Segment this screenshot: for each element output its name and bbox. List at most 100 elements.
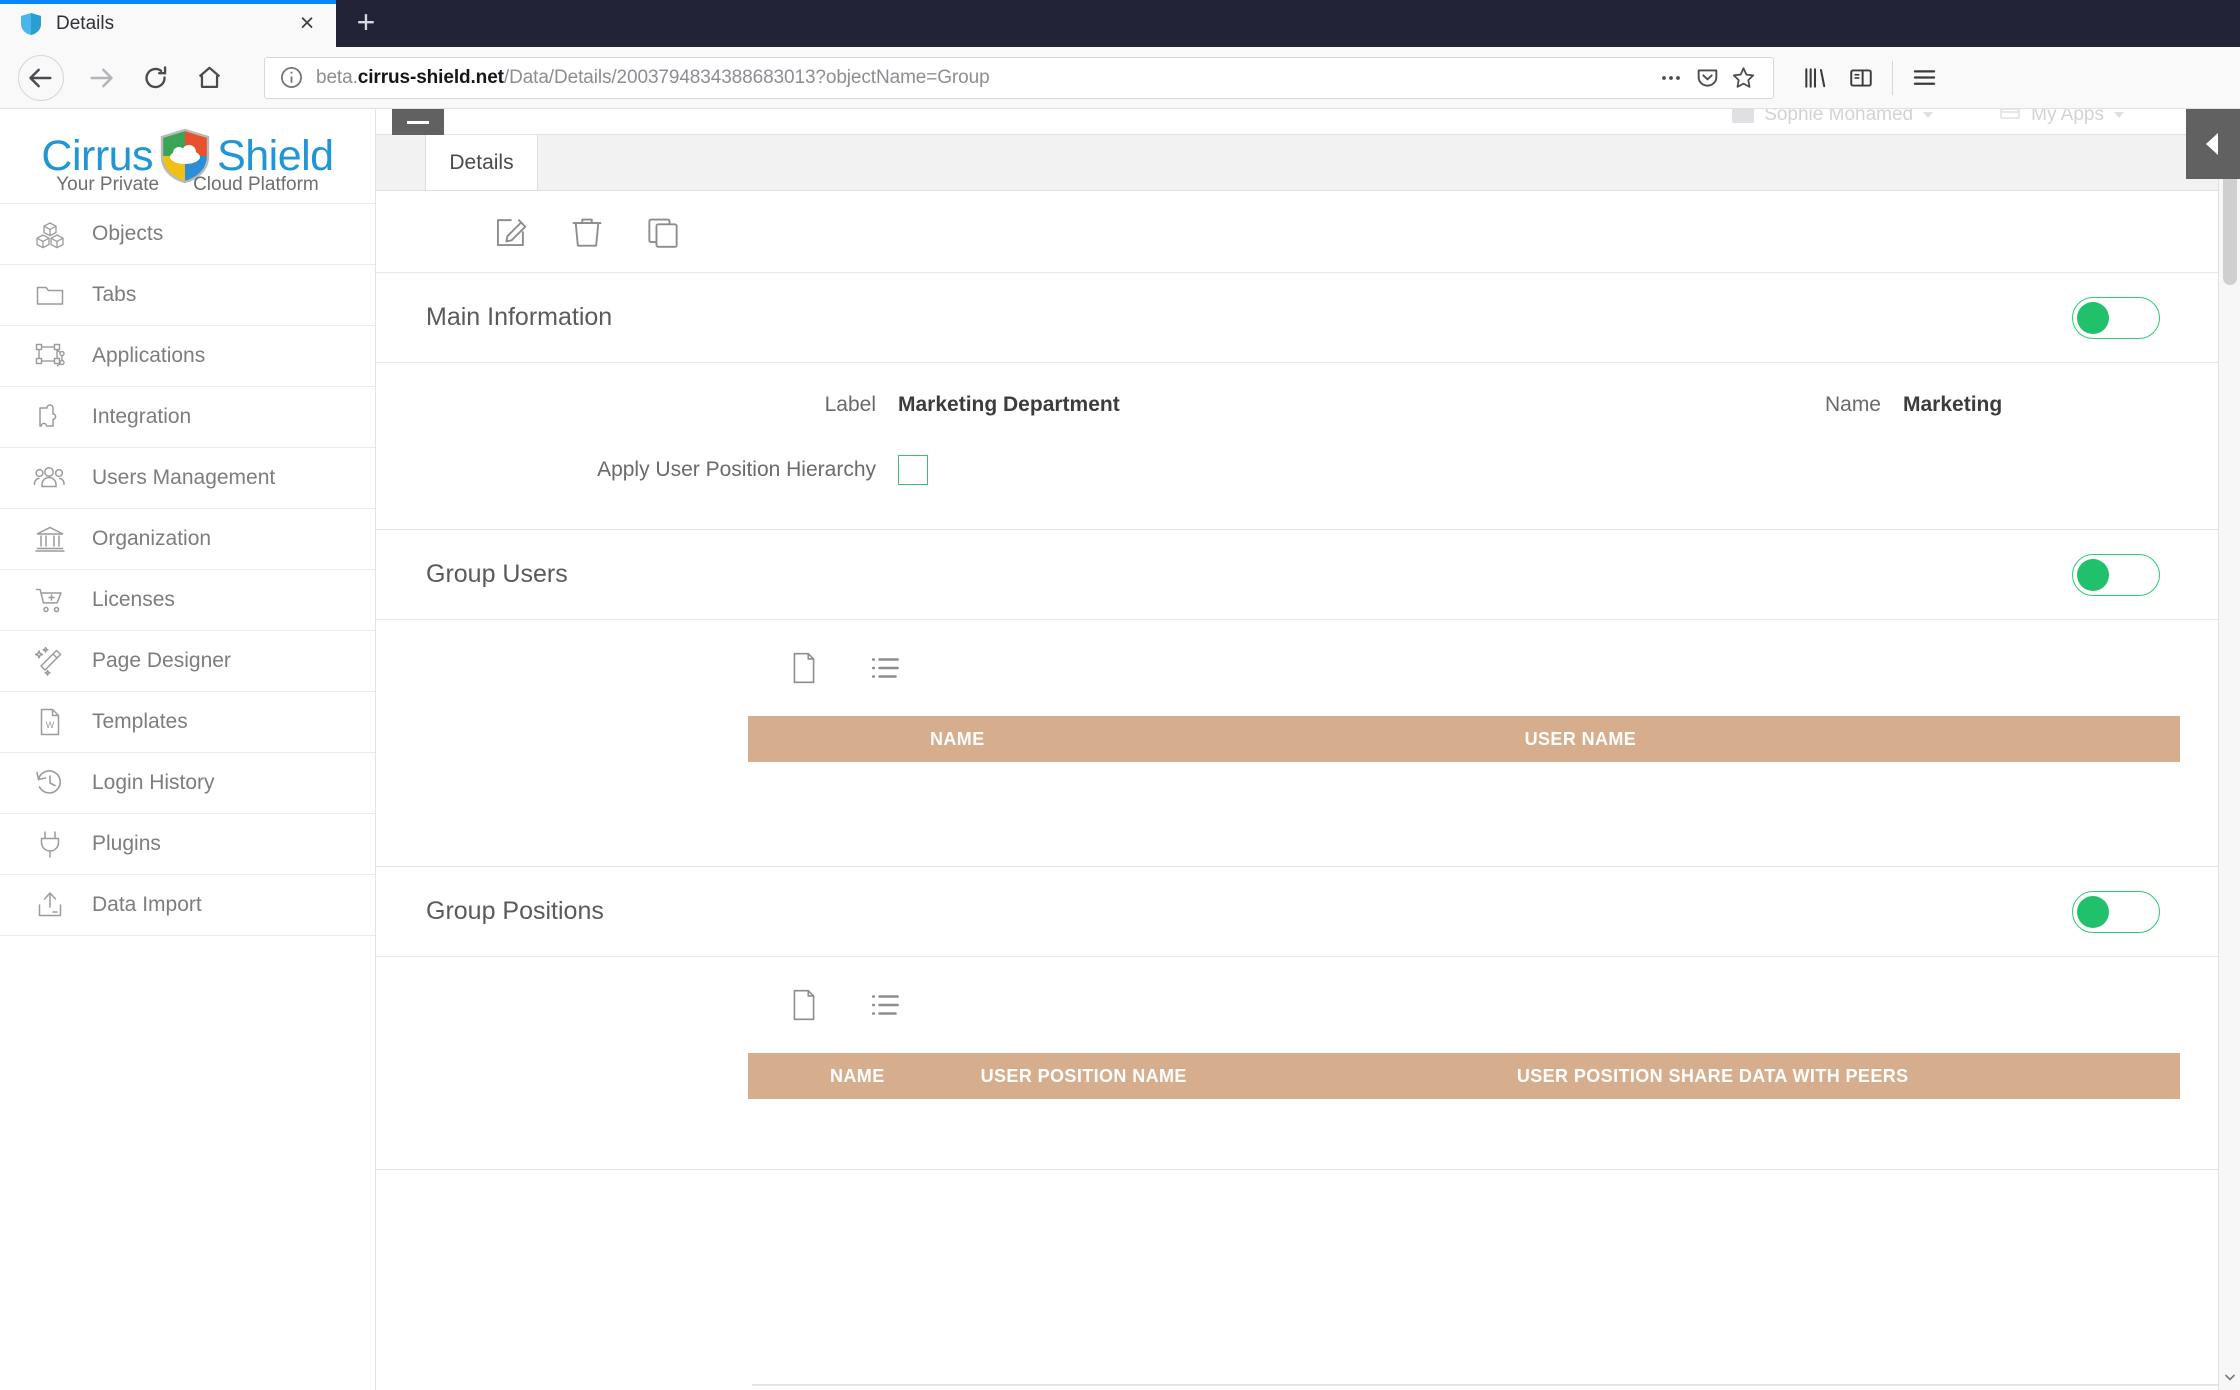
document-page-icon[interactable] [788, 988, 820, 1022]
field-label-value-pair: Label Marketing Department [376, 393, 1426, 417]
sidebar-item-label: Organization [92, 527, 212, 550]
tab-bar-fill [538, 135, 2240, 190]
url-path: /Data/Details/2003794834388683013?object… [503, 66, 990, 88]
sidebar-icon[interactable] [1838, 55, 1884, 101]
star-bookmark-icon[interactable] [1725, 60, 1761, 96]
user-menu[interactable]: Sophie Mohamed [1732, 109, 1934, 126]
page-scrollbar[interactable] [2218, 109, 2240, 1390]
sidebar-item-label: Applications [92, 344, 206, 367]
reload-icon[interactable] [128, 51, 182, 105]
pocket-icon[interactable] [1689, 60, 1725, 96]
section-header: Group Users [376, 530, 2218, 620]
application-frame-icon [22, 340, 78, 372]
new-tab-button[interactable]: + [336, 0, 396, 47]
sidebar-item-label: Objects [92, 222, 164, 245]
sidebar-nav-list: Objects Tabs Applications Integration Us… [0, 203, 375, 936]
section-header: Group Positions [376, 867, 2218, 957]
sidebar-item-label: Tabs [92, 283, 137, 306]
info-circle-icon[interactable] [279, 65, 304, 90]
sidebar-item-label: Templates [92, 710, 188, 733]
sidebar-item-objects[interactable]: Objects [0, 204, 375, 265]
ellipsis-icon[interactable] [1653, 60, 1689, 96]
browser-tab-strip: Details × + [0, 0, 2240, 47]
document-page-icon[interactable] [788, 651, 820, 685]
sidebar-item-label: Plugins [92, 832, 161, 855]
hamburger-menu-icon[interactable] [1901, 55, 1947, 101]
section-title: Group Users [426, 560, 568, 588]
field-value: Marketing [1903, 393, 2003, 416]
my-apps-menu[interactable]: My Apps [1999, 109, 2124, 127]
copy-clone-icon[interactable] [644, 213, 682, 251]
sidebar-item-users-management[interactable]: Users Management [0, 448, 375, 509]
app-logo[interactable]: Cirrus Shield Your Private Cloud Platfor… [0, 109, 375, 203]
forward-arrow-icon[interactable] [74, 51, 128, 105]
grid-column-header[interactable]: USER NAME [1525, 729, 1637, 750]
logo-tagline-left: Your Private [56, 174, 160, 195]
menu-bar-icon[interactable] [392, 109, 444, 135]
app-sidebar: Cirrus Shield Your Private Cloud Platfor… [0, 109, 376, 1390]
grid-column-header[interactable]: USER POSITION NAME [981, 1066, 1187, 1087]
sidebar-item-label: Users Management [92, 466, 276, 489]
bulleted-list-icon[interactable] [870, 989, 904, 1021]
section-toggle[interactable] [2072, 553, 2160, 596]
home-icon[interactable] [182, 51, 236, 105]
bulleted-list-icon[interactable] [870, 652, 904, 684]
user-name-label: Sophie Mohamed [1764, 109, 1914, 125]
section-main-information: Main Information Label Marketing Departm… [376, 273, 2218, 530]
field-area: Label Marketing Department Name Marketin… [376, 363, 2218, 529]
url-text[interactable]: beta.cirrus-shield.net/Data/Details/2003… [316, 67, 1653, 89]
url-bar-icons [1653, 60, 1761, 96]
library-icon[interactable] [1792, 55, 1838, 101]
collapse-left-chevron-icon[interactable] [2186, 109, 2240, 179]
browser-window: Details × + beta.cirrus-shield.net/Data/… [0, 0, 2240, 1390]
my-apps-label: My Apps [2031, 109, 2104, 125]
url-prefix: beta. [316, 66, 358, 88]
svg-text:W: W [46, 720, 55, 730]
grid-column-header[interactable]: NAME [930, 729, 985, 750]
sidebar-item-tabs[interactable]: Tabs [0, 265, 375, 326]
sidebar-item-organization[interactable]: Organization [0, 509, 375, 570]
field-label: Apply User Position Hierarchy [597, 458, 876, 481]
browser-tab-title: Details [56, 12, 115, 34]
apply-user-position-hierarchy-checkbox[interactable] [898, 455, 928, 485]
sidebar-item-page-designer[interactable]: Page Designer [0, 631, 375, 692]
browser-tab-details[interactable]: Details × [0, 0, 336, 47]
section-toggle[interactable] [2072, 296, 2160, 339]
sidebar-item-plugins[interactable]: Plugins [0, 814, 375, 875]
edit-pencil-icon[interactable] [492, 213, 530, 251]
url-bar[interactable]: beta.cirrus-shield.net/Data/Details/2003… [264, 56, 1774, 99]
page-tab-bar: Details [376, 109, 2240, 191]
close-icon[interactable]: × [292, 9, 322, 39]
apps-grid-icon [1999, 109, 2021, 127]
cubes-icon [22, 218, 78, 250]
section-header: Main Information [376, 273, 2218, 363]
cart-plus-icon [22, 584, 78, 616]
sidebar-item-label: Integration [92, 405, 192, 428]
section-toggle[interactable] [2072, 890, 2160, 933]
section-group-positions: Group Positions NAME USER POSITION NAME … [376, 867, 2218, 1170]
section-group-users: Group Users NAME USER NAME [376, 530, 2218, 867]
scroll-down-arrow-icon[interactable] [2224, 1364, 2236, 1390]
record-action-toolbar [376, 191, 2240, 273]
grid-column-header[interactable]: USER POSITION SHARE DATA WITH PEERS [1517, 1066, 1909, 1087]
sidebar-item-applications[interactable]: Applications [0, 326, 375, 387]
grid-column-header[interactable]: NAME [830, 1066, 885, 1087]
folder-icon [22, 279, 78, 311]
main-panel: Sophie Mohamed My Apps Details Main Info… [376, 109, 2240, 1390]
sidebar-item-licenses[interactable]: Licenses [0, 570, 375, 631]
browser-navigation-bar: beta.cirrus-shield.net/Data/Details/2003… [0, 47, 2240, 109]
sidebar-item-login-history[interactable]: Login History [0, 753, 375, 814]
grid-empty-body [748, 762, 2180, 866]
sidebar-item-integration[interactable]: Integration [0, 387, 375, 448]
trash-icon[interactable] [568, 213, 606, 251]
group-positions-grid: NAME USER POSITION NAME USER POSITION SH… [376, 1053, 2218, 1169]
chevron-down-icon [1923, 112, 1934, 118]
content-bottom-divider [752, 1384, 2218, 1386]
bank-building-icon [22, 523, 78, 555]
field-row: Apply User Position Hierarchy [376, 455, 2218, 485]
sidebar-item-templates[interactable]: W Templates [0, 692, 375, 753]
sidebar-item-data-import[interactable]: Data Import [0, 875, 375, 936]
grid-toolbar [376, 620, 2218, 716]
tab-details[interactable]: Details [426, 135, 538, 190]
back-arrow-icon[interactable] [18, 54, 64, 101]
